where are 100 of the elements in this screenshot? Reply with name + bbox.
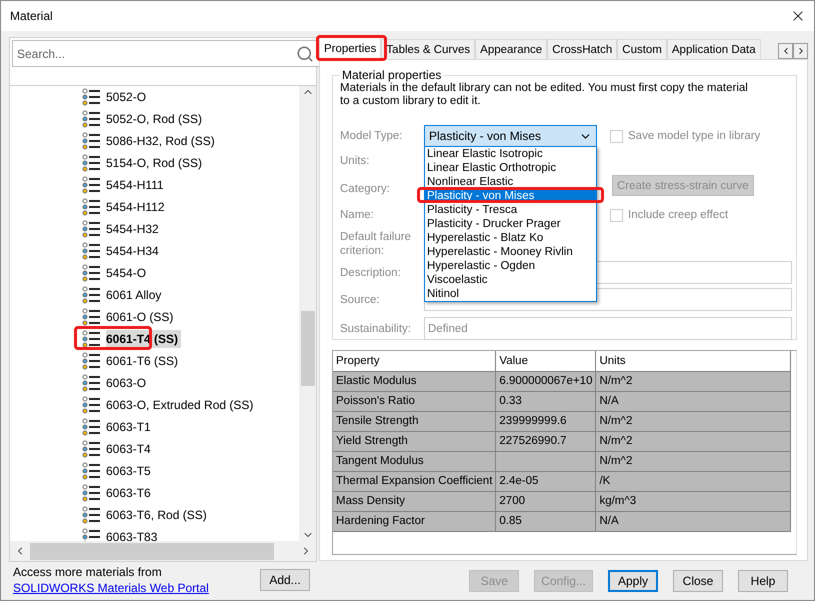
dropdown-option[interactable]: Plasticity - Drucker Prager [425,217,596,231]
tab[interactable]: Properties [319,37,382,59]
group-title: Material properties [341,68,442,82]
material-icon [82,285,100,305]
tab[interactable]: Application Data [666,39,761,59]
material-icon [82,241,100,261]
tree-item[interactable]: 6061-T4 (SS) [106,330,182,348]
tree-item[interactable]: 5454-H34 [106,242,162,260]
dropdown-option[interactable]: Hyperelastic - Ogden [425,259,596,273]
field-label: Name: [340,208,375,222]
tree-item[interactable]: 6061-T6 (SS) [106,352,182,370]
material-icon [82,527,100,541]
tree-item[interactable]: 5454-H32 [106,220,162,238]
dialog-button[interactable]: Help [738,570,788,592]
tree-item[interactable]: 6063-O [106,374,150,392]
tree-item[interactable]: 6063-T6 [106,484,154,502]
material-icon [82,395,100,415]
field-label: Units: [340,154,370,168]
tab-left-button[interactable] [778,43,793,59]
window-title: Material [10,9,53,23]
checkbox-label: Include creep effect [628,209,728,221]
material-icon [82,461,100,481]
material-icon [82,263,100,283]
material-icon [82,175,100,195]
dropdown-option[interactable]: Nitinol [425,287,596,301]
material-icon [82,483,100,503]
material-icon [82,373,100,393]
model-type-select[interactable]: Plasticity - von Mises [424,125,597,147]
tree-item[interactable]: 5454-H112 [106,198,168,216]
tree-item[interactable]: 5052-O [106,88,150,106]
table-cell: Hardening Factor [333,511,496,531]
web-portal-link[interactable]: SOLIDWORKS Materials Web Portal [13,581,209,595]
tree-item[interactable]: 5154-O, Rod (SS) [106,154,206,172]
table-cell: N/m^2 [596,371,790,391]
material-icon [82,197,100,217]
table-cell: 2.4e-05 [496,471,596,491]
dropdown-option[interactable]: Viscoelastic [425,273,596,287]
dialog-button[interactable]: Apply [608,570,658,592]
table-cell: Tensile Strength [333,411,496,431]
table-cell: Elastic Modulus [333,371,496,391]
tab[interactable]: Appearance [475,39,548,59]
table-cell: N/m^2 [596,451,790,471]
dropdown-option[interactable]: Hyperelastic - Mooney Rivlin [425,245,596,259]
add-button[interactable]: Add... [260,569,310,591]
tree-item[interactable]: 6063-T5 [106,462,154,480]
table-cell: Thermal Expansion Coefficient [333,471,496,491]
tree-item[interactable]: 6063-T1 [106,418,154,436]
dropdown-option[interactable]: Linear Elastic Isotropic [425,147,596,161]
horizontal-scrollbar[interactable] [10,541,316,561]
tab-right-button[interactable] [793,43,808,59]
table-cell: Poisson's Ratio [333,391,496,411]
table-cell: 0.85 [496,511,596,531]
tree-item[interactable]: 6063-T6, Rod (SS) [106,506,210,524]
column-header: Units [596,351,790,371]
material-icon [82,153,100,173]
tree-item[interactable]: 6063-T83 [106,528,160,541]
field-label: Description: [340,266,402,280]
table-cell: 6.900000067e+10 [496,371,596,391]
tree-item[interactable]: 5454-O [106,264,150,282]
tab[interactable]: Tables & Curves [381,39,476,59]
access-text: Access more materials from [13,565,163,579]
tree-item[interactable]: 6061-O (SS) [106,308,176,326]
dialog-button[interactable]: Close [673,570,723,592]
checkbox-label: Save model type in library [628,130,760,142]
vertical-scrollbar[interactable] [299,86,316,541]
field-label: Model Type: [340,129,404,143]
material-icon [82,439,100,459]
field-label: Category: [340,182,391,196]
table-cell: N/A [596,391,790,411]
tree-item[interactable]: 5454-H111 [106,176,167,194]
scroll-thumb[interactable] [300,311,314,386]
column-header: Property [333,351,496,371]
table-cell: /K [596,471,790,491]
table-cell: N/m^2 [596,431,790,451]
dropdown-option[interactable]: Hyperelastic - Blatz Ko [425,231,596,245]
tree-item[interactable]: 6063-T4 [106,440,154,458]
scroll-thumb[interactable] [30,542,274,560]
table-cell: Yield Strength [333,431,496,451]
note-text: Materials in the default library can not be edited. You must first copy the material to a custom library to edit it. [340,82,749,108]
table-cell: N/m^2 [596,411,790,431]
material-icon [82,219,100,239]
dropdown-option[interactable]: Linear Elastic Orthotropic [425,161,596,175]
field-label: Sustainability: [340,322,412,336]
field-label: Default failure criterion: [340,230,412,258]
material-icon [82,131,100,151]
material-icon [82,505,100,525]
table-cell: 239999999.6 [496,411,596,431]
tab[interactable]: Custom [617,39,667,59]
table-cell: Mass Density [333,491,496,511]
tab[interactable]: CrossHatch [547,39,618,59]
search-field[interactable]: Search... [12,40,320,67]
dropdown-option[interactable]: Plasticity - Tresca [425,203,596,217]
tree-item[interactable]: 6061 Alloy [106,286,164,304]
table-cell: 0.33 [496,391,596,411]
tree-item[interactable]: 5052-O, Rod (SS) [106,110,206,128]
tree-item[interactable]: 5086-H32, Rod (SS) [106,132,218,150]
table-cell: N/A [596,511,790,531]
material-icon [82,87,100,107]
field-label: Source: [340,292,381,306]
tree-item[interactable]: 6063-O, Extruded Rod (SS) [106,396,256,414]
